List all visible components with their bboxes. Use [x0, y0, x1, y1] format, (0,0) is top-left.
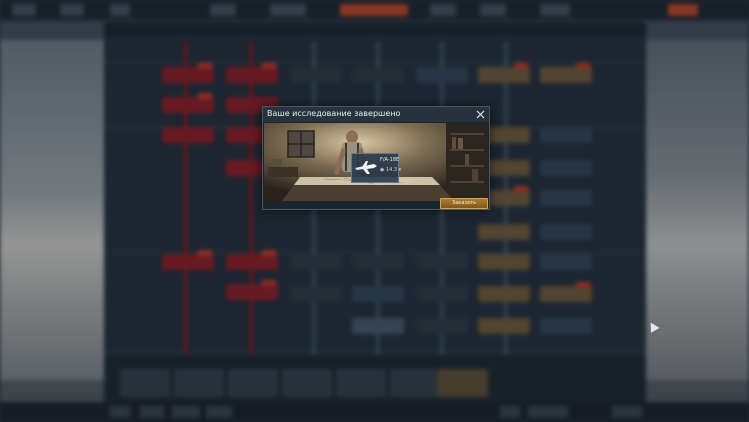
research-complete-dialog: Ваше исследование завершено F/A-18E ◉ 14…: [262, 106, 490, 210]
unit-battle-rating: ◉ 14.3 ▾: [380, 167, 402, 173]
dialog-title: Ваше исследование завершено: [267, 109, 401, 118]
order-button-label: Заказать: [452, 200, 476, 206]
jet-aircraft-icon: [355, 161, 377, 174]
unit-name: F/A-18E: [380, 157, 400, 163]
close-button[interactable]: [474, 108, 487, 121]
research-illustration: F/A-18E ◉ 14.3 ▾: [264, 123, 488, 201]
modal-overlay: [0, 0, 749, 422]
close-icon: [476, 110, 485, 119]
dialog-header: Ваше исследование завершено: [263, 107, 489, 122]
order-button[interactable]: Заказать: [440, 198, 488, 209]
battle-rating-value: 14.3: [385, 167, 398, 173]
unlocked-unit-badge[interactable]: F/A-18E ◉ 14.3 ▾: [351, 153, 402, 183]
